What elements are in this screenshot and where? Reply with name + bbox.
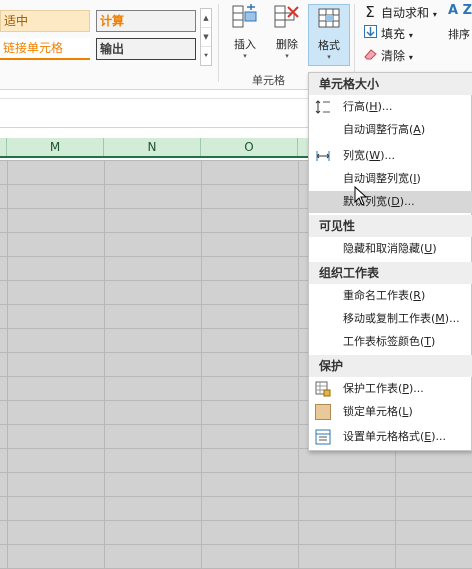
menu-item-tail: )...	[377, 100, 393, 113]
menu-item-text: 移动或复制工作表(	[343, 312, 436, 325]
format-label: 格式	[318, 39, 340, 52]
menu-item-autofit-row-height[interactable]: 自动调整行高(A)	[309, 119, 472, 141]
menu-item-row-height[interactable]: 行高(H)...	[309, 96, 472, 118]
gallery-down-icon[interactable]: ▼	[201, 28, 211, 47]
menu-item-text: 工作表标签颜色(	[343, 335, 425, 348]
insert-cells-icon	[232, 4, 257, 28]
menu-item-move-copy-sheet[interactable]: 移动或复制工作表(M)...	[309, 308, 472, 330]
lock-cell-icon	[315, 404, 331, 420]
menu-item-accel: W	[369, 149, 381, 162]
format-cells-icon	[315, 429, 331, 445]
menu-item-autofit-column-width[interactable]: 自动调整列宽(I)	[309, 168, 472, 190]
clear-button[interactable]: 清除 ▾	[362, 46, 413, 66]
menu-item-accel: M	[435, 312, 445, 325]
protect-sheet-icon	[315, 381, 331, 397]
cell-style-output[interactable]: 输出	[96, 38, 196, 60]
menu-item-lock-cell[interactable]: 锁定单元格(L)	[309, 401, 472, 423]
menu-item-accel: R	[413, 289, 421, 302]
column-header-o[interactable]: O	[201, 138, 298, 156]
format-dropdown-icon: ▾	[327, 53, 331, 61]
menu-item-text: 列宽(	[343, 149, 370, 162]
ribbon-separator	[218, 4, 219, 82]
menu-item-column-width[interactable]: 列宽(W)...	[309, 145, 472, 167]
section-visibility: 可见性	[309, 215, 472, 237]
autosum-button[interactable]: Σ 自动求和 ▾	[362, 2, 437, 22]
delete-button[interactable]: 删除 ▾	[268, 4, 306, 66]
format-cells-button-icon	[318, 8, 340, 28]
insert-label: 插入	[234, 38, 256, 51]
gallery-more-icon[interactable]: ⯆	[201, 47, 211, 66]
column-header-partial[interactable]	[0, 138, 7, 156]
column-header-n[interactable]: N	[104, 138, 201, 156]
cell-style-good[interactable]: 适中	[0, 10, 90, 32]
section-protection: 保护	[309, 355, 472, 377]
menu-item-accel: P	[402, 382, 409, 395]
insert-button[interactable]: 插入 ▾	[226, 4, 264, 66]
eraser-icon	[362, 46, 378, 66]
cell-style-calculation[interactable]: 计算	[96, 10, 196, 32]
menu-item-text: 行高(	[343, 100, 370, 113]
delete-dropdown-icon: ▾	[285, 52, 289, 60]
row-height-icon	[315, 100, 330, 114]
menu-item-format-cells[interactable]: 设置单元格格式(E)...	[309, 426, 472, 448]
menu-item-tail: )	[420, 123, 426, 136]
format-dropdown-menu: 单元格大小 行高(H)... 自动调整行高(A) 列宽(W)... 自动调整列宽…	[308, 72, 472, 451]
clear-label: 清除	[381, 49, 406, 63]
menu-item-tail: )	[431, 335, 436, 348]
menu-item-rename-sheet[interactable]: 重命名工作表(R)	[309, 285, 472, 307]
menu-item-tail: )...	[380, 149, 395, 162]
column-header-m[interactable]: M	[7, 138, 104, 156]
format-button[interactable]: 格式 ▾	[308, 4, 350, 66]
menu-item-tail: )	[408, 405, 413, 418]
menu-item-tail: )...	[408, 382, 424, 395]
menu-item-accel: A	[413, 123, 421, 136]
menu-item-hide-unhide[interactable]: 隐藏和取消隐藏(U)	[309, 238, 472, 260]
delete-cells-icon	[274, 5, 299, 28]
column-width-icon	[316, 151, 330, 161]
menu-item-text: 自动调整行高(	[343, 123, 414, 136]
menu-item-text: 设置单元格格式(	[343, 430, 425, 443]
menu-item-protect-sheet[interactable]: 保护工作表(P)...	[309, 378, 472, 400]
menu-item-text: 锁定单元格(	[343, 405, 403, 418]
menu-item-text: 重命名工作表(	[343, 289, 414, 302]
gallery-up-icon[interactable]: ▲	[201, 9, 211, 28]
sigma-icon: Σ	[365, 3, 375, 21]
menu-item-accel: D	[391, 195, 400, 208]
menu-item-text: 隐藏和取消隐藏(	[343, 242, 425, 255]
delete-label: 删除	[276, 38, 298, 51]
section-cell-size: 单元格大小	[309, 73, 472, 95]
menu-item-tail: )	[416, 172, 421, 185]
fill-dropdown-icon: ▾	[408, 31, 413, 40]
sort-label: 排序	[448, 28, 470, 41]
autosum-label: 自动求和	[381, 6, 430, 20]
styles-gallery-scroll[interactable]: ▲ ▼ ⯆	[200, 8, 212, 66]
menu-item-text: 保护工作表(	[343, 382, 403, 395]
menu-item-default-width[interactable]: 默认列宽(D)...	[309, 191, 472, 213]
fill-down-icon	[362, 24, 378, 44]
cells-group-label: 单元格	[252, 74, 285, 87]
menu-item-tail: )...	[444, 312, 460, 325]
section-organize-sheets: 组织工作表	[309, 262, 472, 284]
menu-item-tail: )	[420, 289, 426, 302]
menu-item-tail: )	[432, 242, 437, 255]
menu-item-tail: )...	[399, 195, 415, 208]
cell-style-linked-cell[interactable]: 链接单元格	[0, 38, 90, 60]
menu-item-tail: )...	[431, 430, 447, 443]
menu-item-accel: H	[369, 100, 378, 113]
menu-item-text: 自动调整列宽(	[343, 172, 414, 185]
sort-filter-button[interactable]: A Z 排序	[448, 4, 472, 66]
fill-button[interactable]: 填充 ▾	[362, 24, 413, 44]
autosum-dropdown-icon: ▾	[432, 10, 437, 19]
menu-item-tab-color[interactable]: 工作表标签颜色(T)	[309, 331, 472, 353]
ribbon-separator	[354, 4, 355, 82]
sort-az-icon: A Z	[448, 3, 472, 18]
insert-dropdown-icon: ▾	[243, 52, 247, 60]
mouse-cursor-icon	[354, 186, 368, 206]
clear-dropdown-icon: ▾	[408, 53, 413, 62]
fill-label: 填充	[381, 27, 406, 41]
